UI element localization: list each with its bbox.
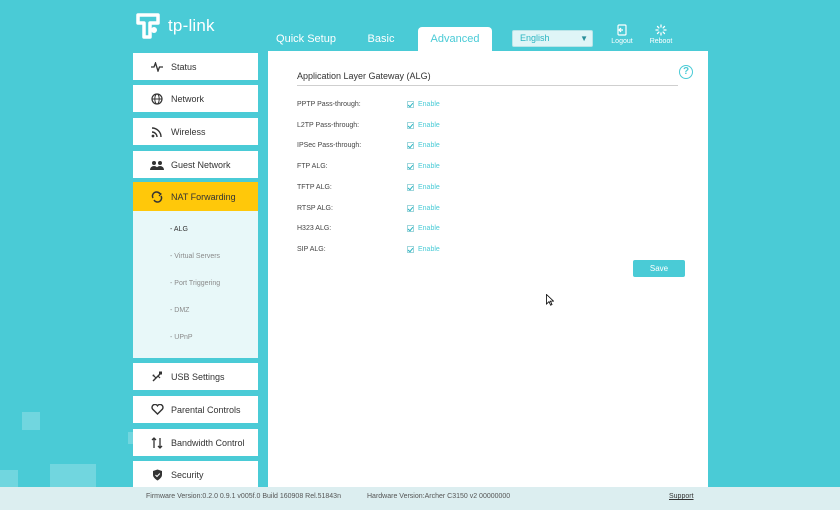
sidebar-item-label: NAT Forwarding xyxy=(171,191,236,202)
row-label: H323 ALG: xyxy=(297,225,332,232)
brand-name: tp-link xyxy=(168,16,215,35)
shield-icon xyxy=(149,469,165,481)
alg-row-rtsp: RTSP ALG: Enable xyxy=(297,203,597,215)
bandwidth-arrows-icon xyxy=(149,436,165,449)
decorative-square xyxy=(0,470,18,488)
section-title: Application Layer Gateway (ALG) xyxy=(297,71,431,81)
globe-icon xyxy=(149,92,165,105)
sidebar-item-bandwidth-control[interactable]: Bandwidth Control xyxy=(133,429,258,456)
row-label: FTP ALG: xyxy=(297,163,328,170)
save-button[interactable]: Save xyxy=(633,260,685,277)
row-label: SIP ALG: xyxy=(297,246,326,253)
sidebar-item-status[interactable]: Status xyxy=(133,53,258,80)
enable-label: Enable xyxy=(418,225,440,232)
row-label: L2TP Pass-through: xyxy=(297,122,360,129)
sidebar-item-label: Guest Network xyxy=(171,159,231,170)
enable-checkbox[interactable] xyxy=(407,163,414,170)
enable-label: Enable xyxy=(418,101,440,108)
enable-label: Enable xyxy=(418,246,440,253)
logout-label: Logout xyxy=(611,38,633,45)
enable-label: Enable xyxy=(418,184,440,191)
sidebar-item-network[interactable]: Network xyxy=(133,85,258,112)
tab-quick-setup[interactable]: Quick Setup xyxy=(268,27,344,51)
row-label: TFTP ALG: xyxy=(297,184,332,191)
language-select[interactable]: English ▼ xyxy=(512,30,593,47)
tab-advanced[interactable]: Advanced xyxy=(418,27,492,51)
alg-row-pptp: PPTP Pass-through: Enable xyxy=(297,99,597,111)
chevron-down-icon: ▼ xyxy=(580,34,588,43)
sidebar-item-label: Network xyxy=(171,93,205,104)
main-panel: Application Layer Gateway (ALG) ? PPTP P… xyxy=(268,51,708,510)
alg-row-sip: SIP ALG: Enable xyxy=(297,244,597,256)
help-icon[interactable]: ? xyxy=(679,65,693,79)
mouse-cursor-icon xyxy=(546,293,555,311)
row-label: IPSec Pass-through: xyxy=(297,142,362,149)
alg-row-l2tp: L2TP Pass-through: Enable xyxy=(297,120,597,132)
firmware-version: Firmware Version:0.2.0 0.9.1 v005f.0 Bui… xyxy=(146,493,341,500)
alg-row-h323: H323 ALG: Enable xyxy=(297,223,597,235)
tp-link-logo: tp-link xyxy=(134,12,215,40)
sidebar-item-label: Wireless xyxy=(171,126,206,137)
status-pulse-icon xyxy=(149,61,165,72)
tab-basic[interactable]: Basic xyxy=(344,27,418,51)
sidebar-item-label: Status xyxy=(171,61,197,72)
sidebar-item-usb-settings[interactable]: USB Settings xyxy=(133,363,258,390)
section-divider xyxy=(297,85,678,86)
enable-checkbox[interactable] xyxy=(407,101,414,108)
wifi-icon xyxy=(149,126,165,138)
sidebar-item-parental-controls[interactable]: Parental Controls xyxy=(133,396,258,423)
enable-label: Enable xyxy=(418,163,440,170)
alg-row-ipsec: IPSec Pass-through: Enable xyxy=(297,140,597,152)
alg-row-ftp: FTP ALG: Enable xyxy=(297,161,597,173)
usb-icon xyxy=(149,371,165,383)
top-nav-tabs: Quick Setup Basic Advanced xyxy=(268,27,492,51)
enable-label: Enable xyxy=(418,205,440,212)
reboot-button[interactable]: Reboot xyxy=(643,24,679,45)
row-label: RTSP ALG: xyxy=(297,205,333,212)
sidebar-item-label: Security xyxy=(171,469,204,480)
tp-link-logo-icon xyxy=(134,12,162,40)
sidebar-item-label: Parental Controls xyxy=(171,404,241,415)
enable-checkbox[interactable] xyxy=(407,205,414,212)
hardware-version: Hardware Version:Archer C3150 v2 0000000… xyxy=(367,493,511,500)
enable-checkbox[interactable] xyxy=(407,246,414,253)
reboot-label: Reboot xyxy=(649,38,673,45)
guest-users-icon xyxy=(149,160,165,170)
submenu-item-virtual-servers[interactable]: - Virtual Servers xyxy=(170,253,220,260)
enable-label: Enable xyxy=(418,142,440,149)
enable-checkbox[interactable] xyxy=(407,225,414,232)
logout-icon xyxy=(617,24,627,36)
decorative-square xyxy=(22,412,40,430)
enable-checkbox[interactable] xyxy=(407,184,414,191)
sidebar-item-nat-forwarding[interactable]: NAT Forwarding xyxy=(133,182,258,211)
submenu-item-upnp[interactable]: - UPnP xyxy=(170,334,193,341)
nat-forwarding-submenu: - ALG - Virtual Servers - Port Triggerin… xyxy=(133,211,258,358)
footer: Firmware Version:0.2.0 0.9.1 v005f.0 Bui… xyxy=(0,487,840,510)
logout-button[interactable]: Logout xyxy=(604,24,640,45)
row-label: PPTP Pass-through: xyxy=(297,101,361,108)
alg-row-tftp: TFTP ALG: Enable xyxy=(297,182,597,194)
enable-label: Enable xyxy=(418,122,440,129)
enable-checkbox[interactable] xyxy=(407,142,414,149)
enable-checkbox[interactable] xyxy=(407,122,414,129)
reboot-icon xyxy=(655,24,667,36)
sidebar-item-label: USB Settings xyxy=(171,371,225,382)
nat-forwarding-icon xyxy=(149,190,165,203)
heart-icon xyxy=(149,404,165,415)
submenu-item-port-triggering[interactable]: - Port Triggering xyxy=(170,280,220,287)
sidebar-item-guest-network[interactable]: Guest Network xyxy=(133,151,258,178)
submenu-item-dmz[interactable]: - DMZ xyxy=(170,307,189,314)
sidebar-item-wireless[interactable]: Wireless xyxy=(133,118,258,145)
language-select-value: English xyxy=(520,33,550,43)
sidebar-item-security[interactable]: Security xyxy=(133,461,258,488)
support-link[interactable]: Support xyxy=(669,493,694,500)
submenu-item-alg[interactable]: - ALG xyxy=(170,226,188,233)
sidebar-item-label: Bandwidth Control xyxy=(171,437,245,448)
